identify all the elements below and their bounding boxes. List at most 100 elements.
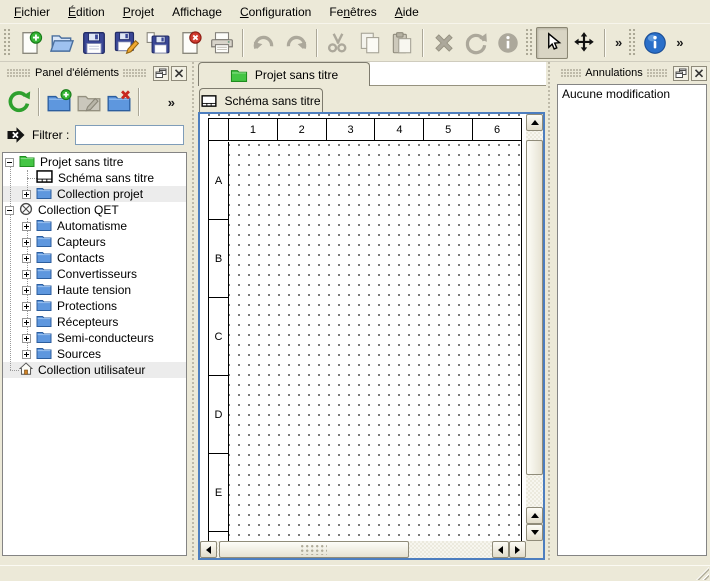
tree-item-recepteurs[interactable]: Récepteurs	[3, 314, 186, 330]
close-file-icon	[177, 30, 203, 56]
close-file-button[interactable]	[174, 27, 206, 59]
vertical-scrollbar[interactable]	[526, 114, 543, 541]
menu-item-projet[interactable]: Projet	[114, 1, 163, 23]
toolbar-overflow-chevron[interactable]: »	[610, 35, 627, 50]
tree-item-projet-sans-titre[interactable]: Projet sans titre	[3, 154, 186, 170]
tree-item-collection-qet[interactable]: Collection QET	[3, 202, 186, 218]
new-file-button[interactable]	[14, 27, 46, 59]
tree-item-label: Protections	[57, 299, 121, 313]
schema-canvas[interactable]: 123456 ABCDE	[200, 114, 526, 541]
toolbar-separator	[242, 29, 244, 57]
tree-item-convertisseurs[interactable]: Convertisseurs	[3, 266, 186, 282]
print-icon	[209, 30, 235, 56]
folder-blue-icon	[36, 314, 52, 327]
tree-item-haute-tension[interactable]: Haute tension	[3, 282, 186, 298]
redo-button[interactable]	[280, 27, 312, 59]
collapse-toggle[interactable]	[5, 158, 14, 167]
tab-projet-sans-titre[interactable]: Projet sans titre	[198, 62, 370, 86]
toolbar-grip[interactable]	[526, 29, 534, 57]
undo-list-item[interactable]: Aucune modification	[558, 85, 706, 103]
tree-item-sources[interactable]: Sources	[3, 346, 186, 362]
expand-toggle[interactable]	[22, 318, 31, 327]
scroll-up-button[interactable]	[526, 114, 543, 131]
expand-toggle[interactable]	[22, 222, 31, 231]
horizontal-scrollbar[interactable]	[200, 541, 526, 558]
delete-button[interactable]	[428, 27, 460, 59]
expand-toggle[interactable]	[22, 286, 31, 295]
tree-item-automatisme[interactable]: Automatisme	[3, 218, 186, 234]
scroll-left-button-2[interactable]	[492, 541, 509, 558]
new-category-button[interactable]	[44, 87, 74, 117]
expand-toggle[interactable]	[22, 254, 31, 263]
tree-item-protections[interactable]: Protections	[3, 298, 186, 314]
scroll-left-button[interactable]	[200, 541, 217, 558]
edit-category-button[interactable]	[74, 87, 104, 117]
about-info-button[interactable]	[639, 27, 671, 59]
rotate-icon	[463, 30, 489, 56]
information-button[interactable]	[492, 27, 524, 59]
toolbar-grip[interactable]	[4, 29, 12, 57]
vertical-scrollbar-thumb[interactable]	[526, 140, 543, 475]
expand-toggle[interactable]	[22, 302, 31, 311]
right-dock-splitter[interactable]	[546, 62, 554, 560]
close-dock-button[interactable]	[171, 66, 187, 81]
float-dock-button[interactable]	[153, 66, 169, 81]
menu-item-configuration[interactable]: Configuration	[231, 1, 320, 23]
expand-toggle[interactable]	[22, 350, 31, 359]
tree-item-contacts[interactable]: Contacts	[3, 250, 186, 266]
save-button[interactable]	[78, 27, 110, 59]
expand-toggle[interactable]	[22, 334, 31, 343]
scroll-right-button[interactable]	[509, 541, 526, 558]
save-as-button[interactable]	[110, 27, 142, 59]
open-file-button[interactable]	[46, 27, 78, 59]
toolbar-grip[interactable]	[629, 29, 637, 57]
close-dock-button[interactable]	[691, 66, 707, 81]
print-button[interactable]	[206, 27, 238, 59]
scroll-up-button-2[interactable]	[526, 507, 543, 524]
qelectrotech-window: FichierÉditionProjetAffichageConfigurati…	[0, 0, 710, 581]
delete-category-button[interactable]	[104, 87, 134, 117]
horizontal-scrollbar-thumb[interactable]	[219, 541, 409, 558]
filter-input[interactable]	[75, 125, 184, 145]
tree-item-label: Collection QET	[38, 203, 123, 217]
scroll-down-button[interactable]	[526, 524, 543, 541]
menu-item-edition[interactable]: Édition	[59, 1, 114, 23]
select-tool-icon	[539, 30, 565, 56]
select-tool-button[interactable]	[536, 27, 568, 59]
move-tool-button[interactable]	[568, 27, 600, 59]
collapse-toggle[interactable]	[5, 206, 14, 215]
expand-toggle[interactable]	[22, 270, 31, 279]
expand-toggle[interactable]	[22, 190, 31, 199]
arrow-down-icon	[531, 530, 539, 535]
toolbar-overflow-chevron[interactable]: »	[671, 35, 688, 50]
elements-tree[interactable]: Projet sans titreSchéma sans titreCollec…	[2, 152, 187, 556]
menu-text: e	[215, 5, 222, 19]
reload-button[interactable]	[4, 87, 34, 117]
expand-toggle[interactable]	[22, 238, 31, 247]
tree-item-label: Collection utilisateur	[38, 363, 149, 377]
tree-item-capteurs[interactable]: Capteurs	[3, 234, 186, 250]
paste-button[interactable]	[386, 27, 418, 59]
save-all-button[interactable]	[142, 27, 174, 59]
menu-item-aide[interactable]: Aide	[386, 1, 428, 23]
tree-item-label: Schéma sans titre	[58, 171, 158, 185]
tree-item-label: Automatisme	[57, 219, 131, 233]
menu-item-fenetres[interactable]: Fenêtres	[320, 1, 385, 23]
window-resize-grip[interactable]	[696, 567, 709, 580]
menu-item-affichage[interactable]: Affichage	[163, 1, 231, 23]
rotate-button[interactable]	[460, 27, 492, 59]
float-dock-button[interactable]	[673, 66, 689, 81]
tree-item-label: Récepteurs	[57, 315, 122, 329]
clear-filter-icon[interactable]	[6, 126, 26, 144]
tree-item-semi-conducteurs[interactable]: Semi-conducteurs	[3, 330, 186, 346]
cut-button[interactable]	[322, 27, 354, 59]
tree-item-collection-utilisateur[interactable]: Collection utilisateur	[3, 362, 186, 378]
tab-schema-sans-titre[interactable]: Schéma sans titre	[199, 88, 323, 112]
copy-button[interactable]	[354, 27, 386, 59]
undo-button[interactable]	[248, 27, 280, 59]
undo-history-list[interactable]: Aucune modification	[557, 84, 707, 556]
tree-item-collection-projet[interactable]: Collection projet	[3, 186, 186, 202]
panel-overflow-chevron[interactable]: »	[163, 95, 180, 110]
menu-item-fichier[interactable]: Fichier	[5, 1, 59, 23]
left-dock-splitter[interactable]	[190, 62, 198, 560]
